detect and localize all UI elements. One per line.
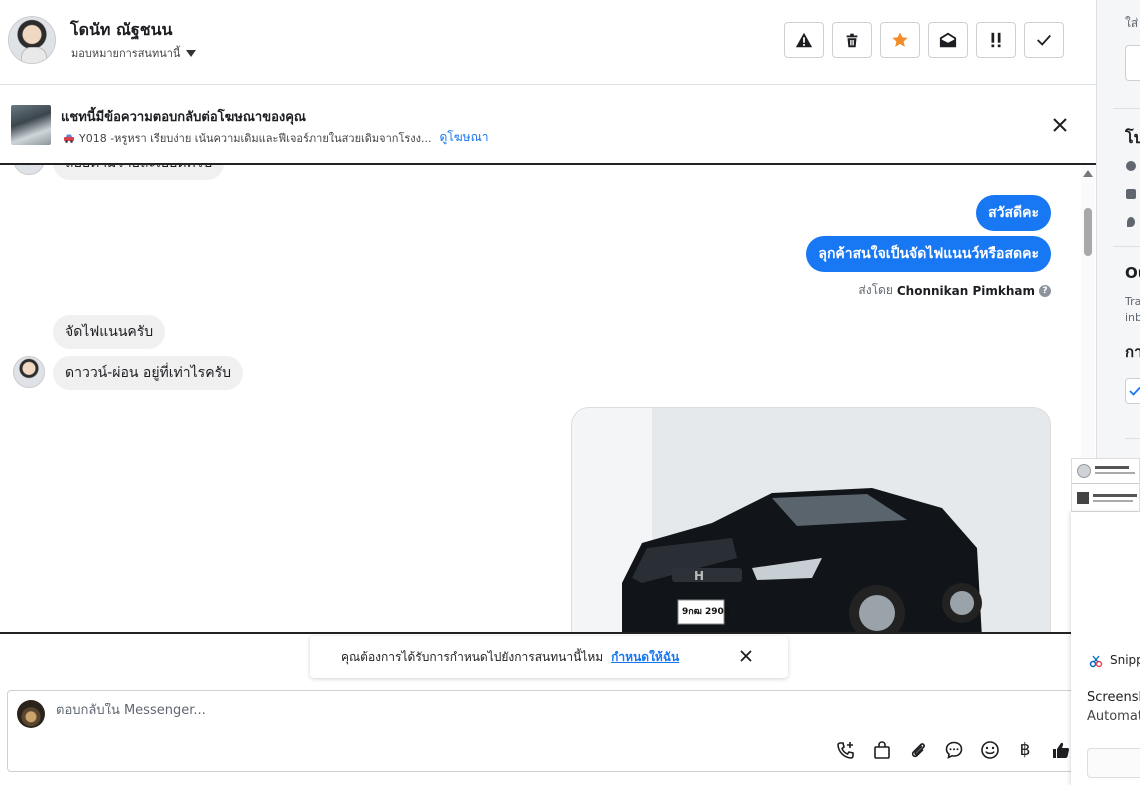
trash-icon [846,33,858,48]
preview-divider [1072,483,1139,484]
license-plate: 9กฒ 2908 [682,607,730,617]
divider [1125,438,1140,439]
preview-line [1095,472,1135,474]
chevron-down-icon [186,49,197,57]
mark-unread-button[interactable] [928,22,968,58]
alert-icon [795,32,813,48]
close-icon[interactable] [1051,116,1069,134]
preview-line [1093,494,1137,497]
snip-line2: Automat [1087,709,1140,724]
message-bubble[interactable]: ลอยตามรายละเอียดครับ [53,165,225,180]
shop-button[interactable] [871,739,893,761]
close-icon[interactable] [738,648,754,664]
panel-label: ใส่ [1125,16,1139,30]
education-icon [1126,189,1136,199]
message-bubble[interactable]: จัดไฟแนนครับ [53,315,166,349]
panel-text: Tra [1125,295,1140,308]
sent-by-name: Chonnikan Pimkham [896,283,1035,298]
baht-icon: ฿ [1019,740,1031,760]
saved-replies-button[interactable] [943,739,965,761]
divider [1113,246,1140,247]
snip-preview-thumbnail[interactable] [1071,458,1140,512]
thumbs-up-icon [1053,742,1070,758]
customer-name[interactable]: โดนัท ณัฐชนน [70,18,172,43]
clock-icon [1126,161,1136,171]
phone-add-button[interactable] [835,739,857,761]
snip-title: Snipp [1110,653,1140,667]
panel-section-title: โป [1125,128,1140,147]
done-button[interactable] [1024,22,1064,58]
help-icon[interactable]: ? [1039,284,1051,297]
message-bubble[interactable]: ลุกค้าสนใจเป็นจัดไฟแนนว์หรือสดคะ [806,236,1051,272]
paperclip-icon [911,743,925,758]
reply-input[interactable] [56,703,656,718]
attach-button[interactable] [907,739,929,761]
panel-section-title: กา [1125,343,1140,361]
customer-avatar-small [13,165,45,175]
snipping-tool-icon [1089,655,1103,668]
assign-to-me-link[interactable]: กำหนดให้ฉัน [611,648,679,667]
sent-by-prefix: ส่งโดย [858,283,893,297]
preview-avatar [1077,464,1091,478]
divider [1113,108,1140,109]
shopping-bag-icon [874,741,890,759]
payment-button[interactable]: ฿ [1014,739,1036,761]
page-avatar [17,700,45,728]
snip-action-button[interactable] [1087,748,1140,778]
ad-banner-subtitle: Y018 -หรูหรา เรียบง่าย เน้นความเดิมและฟี… [63,128,488,147]
message-thread[interactable]: ลอยตามรายละเอียดครับ สวัสดีคะ ลุกค้าสนใจ… [0,165,1096,634]
snip-line1: Screensh [1087,690,1140,705]
exclamation-icon [991,32,1001,48]
scroll-up-arrow-icon[interactable] [1083,170,1093,177]
follow-up-button[interactable] [880,22,920,58]
check-icon [1129,386,1140,396]
panel-checkbox-field[interactable] [1125,378,1140,404]
ad-reply-banner: แชทนี้มีข้อความตอบกลับต่อโฆษณาของคุณ Y01… [0,85,1096,165]
assign-label: มอบหมายการสนทนานี้ [71,47,181,60]
envelope-open-icon [939,32,957,48]
emoji-button[interactable] [979,739,1001,761]
preview-line [1095,466,1129,469]
chat-bubble-icon [945,741,963,759]
conversation-header: โดนัท ณัฐชนน มอบหมายการสนทนานี้ [0,0,1096,85]
message-bubble[interactable]: ดาววน์-ผ่อน อยู่ที่เท่าไรครับ [53,356,243,390]
panel-text: inb [1125,311,1140,324]
message-composer: ฿ [7,690,1077,772]
check-icon [1037,34,1051,46]
priority-button[interactable] [976,22,1016,58]
star-icon [892,32,908,47]
view-ad-link[interactable]: ดูโฆษณา [440,128,489,147]
delete-button[interactable] [832,22,872,58]
ad-description: Y018 -หรูหรา เรียบง่าย เน้นความเดิมและฟี… [79,131,432,145]
car-photo-attachment[interactable]: H 9กฒ 2908 [571,407,1051,632]
car-illustration: H 9กฒ 2908 [572,408,1050,632]
assign-dropdown[interactable]: มอบหมายการสนทนานี้ [71,44,197,62]
panel-input[interactable] [1125,45,1140,81]
car-icon [64,134,74,143]
spam-button[interactable] [784,22,824,58]
assign-reminder-toast: คุณต้องการได้รับการกำหนดไปยังการสนทนานี้… [310,636,788,678]
preview-thumb [1077,492,1089,504]
ad-banner-title: แชทนี้มีข้อความตอบกลับต่อโฆษณาของคุณ [61,110,306,125]
message-bubble[interactable]: สวัสดีคะ [976,195,1051,231]
panel-section-title: Ou [1125,264,1140,282]
emoji-icon [981,741,999,759]
svg-text:H: H [694,569,704,583]
customer-avatar-small [13,356,45,388]
sent-by-label: ส่งโดย Chonnikan Pimkham ? [858,281,1051,300]
scrollbar-thumb[interactable] [1084,208,1092,256]
customer-avatar[interactable] [8,16,56,64]
reminder-text: คุณต้องการได้รับการกำหนดไปยังการสนทนานี้… [341,649,604,664]
ad-thumbnail[interactable] [11,105,51,145]
location-pin-icon [1127,217,1135,227]
like-button[interactable] [1050,739,1072,761]
preview-line [1093,500,1133,502]
phone-add-icon [837,742,854,759]
snipping-tool-notification[interactable]: Snipp Screensh Automat [1071,512,1140,785]
